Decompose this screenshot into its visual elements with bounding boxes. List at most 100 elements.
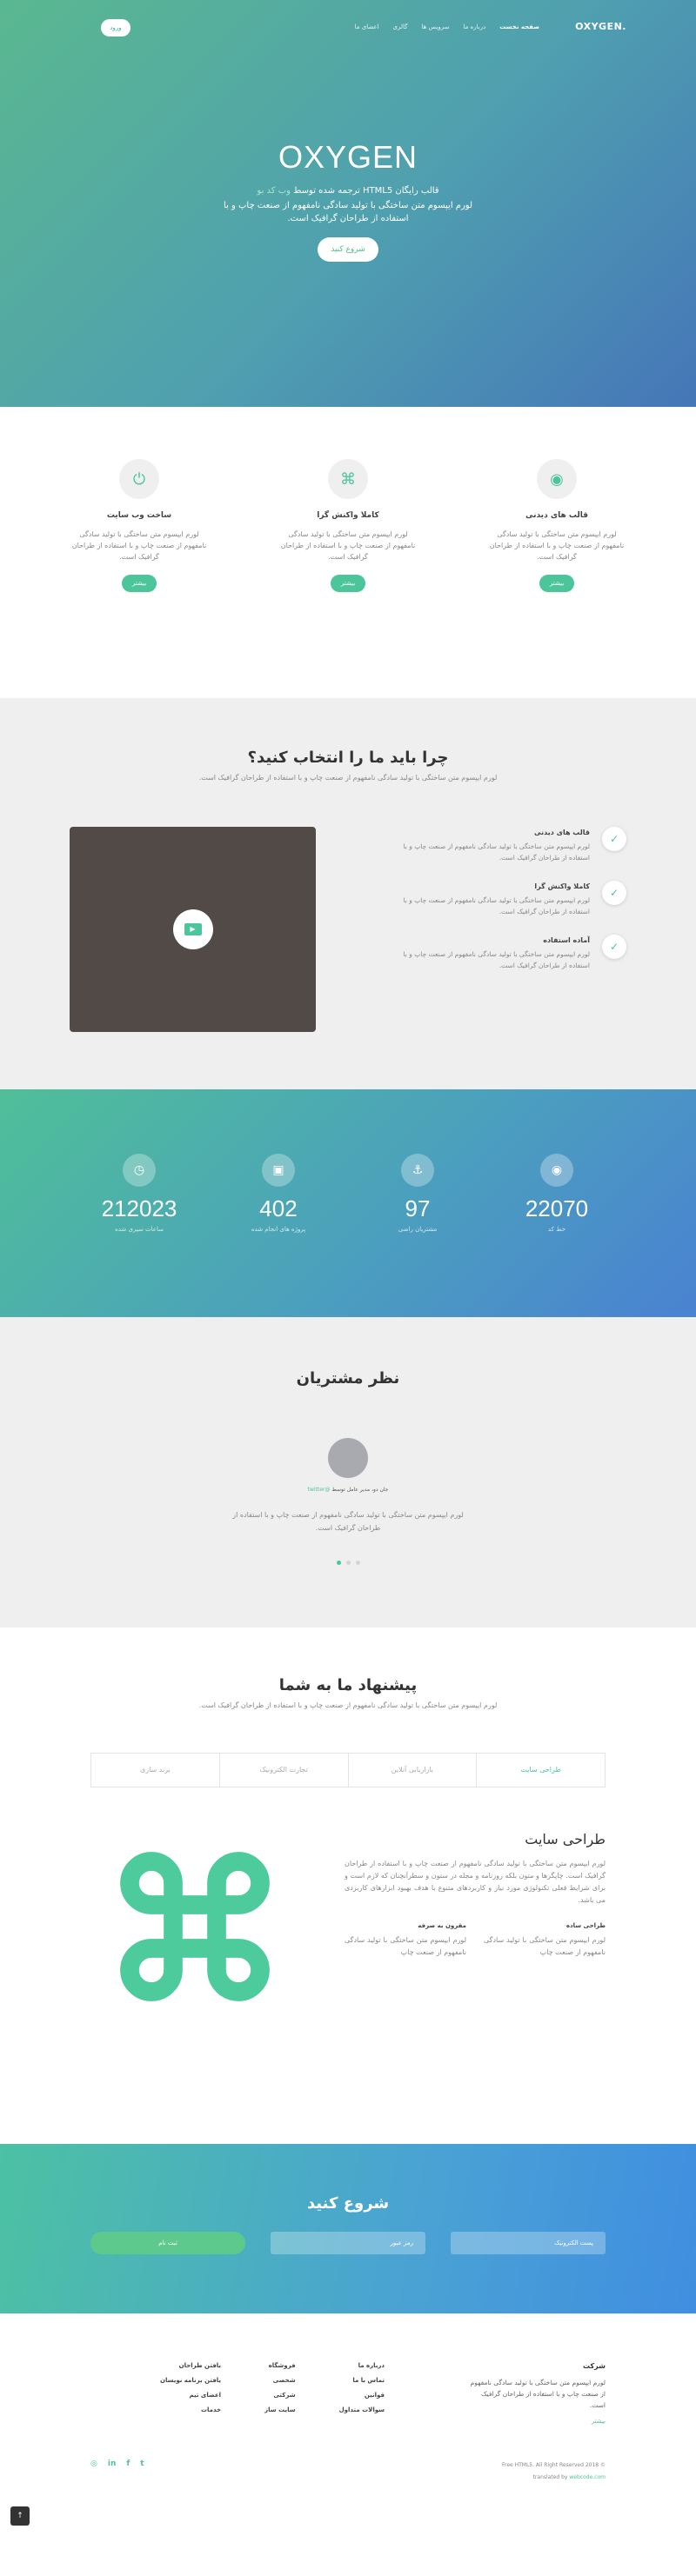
briefcase-icon: ▣ xyxy=(262,1154,295,1187)
brand-logo[interactable]: OXYGEN. xyxy=(575,21,626,32)
nav-about[interactable]: درباره ما xyxy=(464,23,486,30)
stat-value: 402 xyxy=(259,1195,298,1221)
carousel-dots xyxy=(0,1561,696,1565)
why-item-text: لورم ایپسوم متن ساختگی با تولید سادگی نا… xyxy=(403,896,590,915)
why-list: ✓ قالب های دیدنی لورم ایپسوم متن ساختگی … xyxy=(392,827,626,1032)
footer-link[interactable]: شرکتی xyxy=(264,2392,295,2399)
feature-card: ◉ قالب های دیدنی لورم ایپسوم متن ساختگی … xyxy=(487,459,626,592)
password-field[interactable]: رمز عبور xyxy=(271,2232,425,2254)
why-item: ✓ کاملا واکنش گرا لورم ایپسوم متن ساختگی… xyxy=(392,881,626,917)
feature-more-button[interactable]: بیشتر xyxy=(331,575,365,592)
tab-branding[interactable]: برند سازی xyxy=(91,1754,219,1787)
play-icon: ▶ xyxy=(184,923,202,935)
clock-icon: ◷ xyxy=(123,1154,156,1187)
footer-link[interactable]: اعضای تیم xyxy=(160,2392,222,2399)
feature-more-button[interactable]: بیشتر xyxy=(539,575,574,592)
footer-link[interactable]: شخصی xyxy=(264,2377,296,2384)
feature-more-button[interactable]: بیشتر xyxy=(122,575,157,592)
offer-content: طراحی سایت لورم ایپسوم متن ساختگی با تول… xyxy=(90,1831,606,2014)
footer-link[interactable]: درباره ما xyxy=(339,2362,385,2369)
stat-label: خط کد xyxy=(547,1226,566,1233)
footer-more-link[interactable]: بیشتر xyxy=(466,2418,606,2425)
hero-subtitle: قالب رایگان HTML5 ترجمه شده توسط وب کد ب… xyxy=(0,186,696,196)
check-icon: ✓ xyxy=(602,881,626,905)
nav-home[interactable]: صفحه نخست xyxy=(499,23,539,30)
social-links: ◎ in f t xyxy=(90,2460,144,2468)
command-icon: ⌘ xyxy=(328,459,368,499)
signup-title: شروع کنید xyxy=(306,2194,390,2213)
offer-sub-text: لورم ایپسوم متن ساختگی با تولید سادگی نا… xyxy=(345,1936,466,1956)
footer-link[interactable]: یافتن طراحان xyxy=(160,2362,221,2369)
testimonials-section: نظر مشتریان جان دو، مدیر عامل توسط @twit… xyxy=(0,1317,696,1627)
footer-link[interactable]: تماس با ما xyxy=(339,2377,385,2384)
login-button[interactable]: ورود xyxy=(101,19,130,37)
tab-ecommerce[interactable]: تجارت الکترونیک xyxy=(218,1754,348,1787)
footer-link[interactable]: یافتن برنامه نویسان xyxy=(160,2377,221,2384)
why-item-title: کاملا واکنش گرا xyxy=(534,882,590,890)
footer-link[interactable]: فروشگاه xyxy=(264,2362,296,2369)
carousel-dot[interactable] xyxy=(345,1561,351,1565)
nav-gallery[interactable]: گالری xyxy=(393,23,408,30)
offer-subsection: مقرون به صرفه لورم ایپسوم متن ساختگی با … xyxy=(345,1922,466,1959)
feature-card: ⌘ کاملا واکنش گرا لورم ایپسوم متن ساختگی… xyxy=(278,459,418,592)
avatar xyxy=(328,1438,368,1478)
hero-section: OXYGEN. صفحه نخست درباره ما سرویس ها گال… xyxy=(0,0,696,407)
testimonial-author-link[interactable]: @twitter xyxy=(308,1487,331,1493)
footer-link[interactable]: خدمات xyxy=(160,2406,221,2413)
tab-web-design[interactable]: طراحی سایت xyxy=(476,1754,605,1787)
translated-by: translated by webcode.com xyxy=(502,2472,606,2484)
footer-about-text: لورم ایپسوم متن ساختگی با تولید سادگی نا… xyxy=(470,2379,606,2409)
stat-card: ▣ 402 پروژه های انجام شده xyxy=(226,1154,331,1233)
linkedin-icon[interactable]: in xyxy=(108,2460,117,2468)
facebook-icon[interactable]: f xyxy=(126,2460,130,2468)
dribbble-icon[interactable]: ◎ xyxy=(90,2460,97,2468)
stat-value: 212023 xyxy=(101,1195,177,1221)
nav-team[interactable]: اعضای ما xyxy=(355,23,379,30)
footer-about-title: شرکت xyxy=(583,2362,606,2370)
footer-links: درباره ما تماس با ما قوانین سوالات متداو… xyxy=(160,2362,385,2425)
stats-section: ◉ 22070 خط کد ⚓ 97 مشتریان راضی ▣ 402 پر… xyxy=(0,1089,696,1317)
stat-card: ◉ 22070 خط کد xyxy=(505,1154,609,1233)
carousel-dot-active[interactable] xyxy=(336,1561,341,1565)
why-item-title: آماده استفاده xyxy=(543,936,590,944)
why-title: چرا باید ما را انتخاب کنید؟ xyxy=(247,749,449,767)
check-icon: ✓ xyxy=(602,827,626,851)
feature-text: لورم ایپسوم متن ساختگی با تولید سادگی نا… xyxy=(280,530,416,561)
why-lead: لورم ایپسوم متن ساختگی با تولید سادگی نا… xyxy=(198,774,498,782)
footer-link[interactable]: سایت ساز xyxy=(264,2406,296,2413)
features-section: ◉ قالب های دیدنی لورم ایپسوم متن ساختگی … xyxy=(0,407,696,698)
features-row: ◉ قالب های دیدنی لورم ایپسوم متن ساختگی … xyxy=(70,459,626,592)
power-icon: ⏻ xyxy=(119,459,159,499)
back-to-top-button[interactable]: ↑ xyxy=(10,2506,30,2526)
translator-link[interactable]: webcode.com xyxy=(569,2474,606,2480)
footer-link[interactable]: سوالات متداول xyxy=(339,2406,385,2413)
nav-services[interactable]: سرویس ها xyxy=(421,23,449,30)
offers-title: پیشنهاد ما به شما xyxy=(278,1676,418,1694)
feature-title: ساخت وب سایت xyxy=(106,511,172,520)
footer-link[interactable]: قوانین xyxy=(339,2392,385,2399)
tab-online-marketing[interactable]: بازاریابی آنلاین xyxy=(347,1754,477,1787)
feature-card: ⏻ ساخت وب سایت لورم ایپسوم متن ساختگی با… xyxy=(70,459,209,592)
feature-text: لورم ایپسوم متن ساختگی با تولید سادگی نا… xyxy=(71,530,207,561)
hero-subtitle-link[interactable]: وب کد بو xyxy=(257,186,291,196)
main-nav: صفحه نخست درباره ما سرویس ها گالری اعضای… xyxy=(355,23,539,30)
offer-subsections: طراحی ساده لورم ایپسوم متن ساختگی با تول… xyxy=(345,1922,606,1959)
twitter-icon[interactable]: t xyxy=(140,2460,144,2468)
video-thumbnail[interactable]: ▶ xyxy=(70,827,316,1032)
carousel-dot[interactable] xyxy=(355,1561,360,1565)
play-button[interactable]: ▶ xyxy=(172,909,213,949)
email-field[interactable]: پست الکترونیک xyxy=(451,2232,606,2254)
footer: شرکت لورم ایپسوم متن ساختگی با تولید ساد… xyxy=(0,2313,696,2531)
footer-col: یافتن طراحان یافتن برنامه نویسان اعضای ت… xyxy=(160,2362,221,2425)
testimonial-quote: لورم ایپسوم متن ساختگی با تولید سادگی نا… xyxy=(232,1511,464,1532)
get-started-button[interactable]: شروع کنید xyxy=(318,237,378,262)
offer-content-text: لورم ایپسوم متن ساختگی با تولید سادگی نا… xyxy=(345,1860,606,1904)
testimonial-author-text: جان دو، مدیر عامل توسط xyxy=(331,1487,389,1493)
offers-section: پیشنهاد ما به شما لورم ایپسوم متن ساختگی… xyxy=(0,1627,696,2144)
eye-icon: ◉ xyxy=(537,459,577,499)
why-item-text: لورم ایپسوم متن ساختگی با تولید سادگی نا… xyxy=(403,950,590,969)
signup-form: ثبت نام رمز عبور پست الکترونیک xyxy=(90,2232,606,2254)
signup-button[interactable]: ثبت نام xyxy=(90,2232,245,2254)
footer-bottom: Free HTML5. All Right Reserved 2018 © tr… xyxy=(90,2460,606,2484)
offer-sub-title: مقرون به صرفه xyxy=(418,1922,466,1929)
